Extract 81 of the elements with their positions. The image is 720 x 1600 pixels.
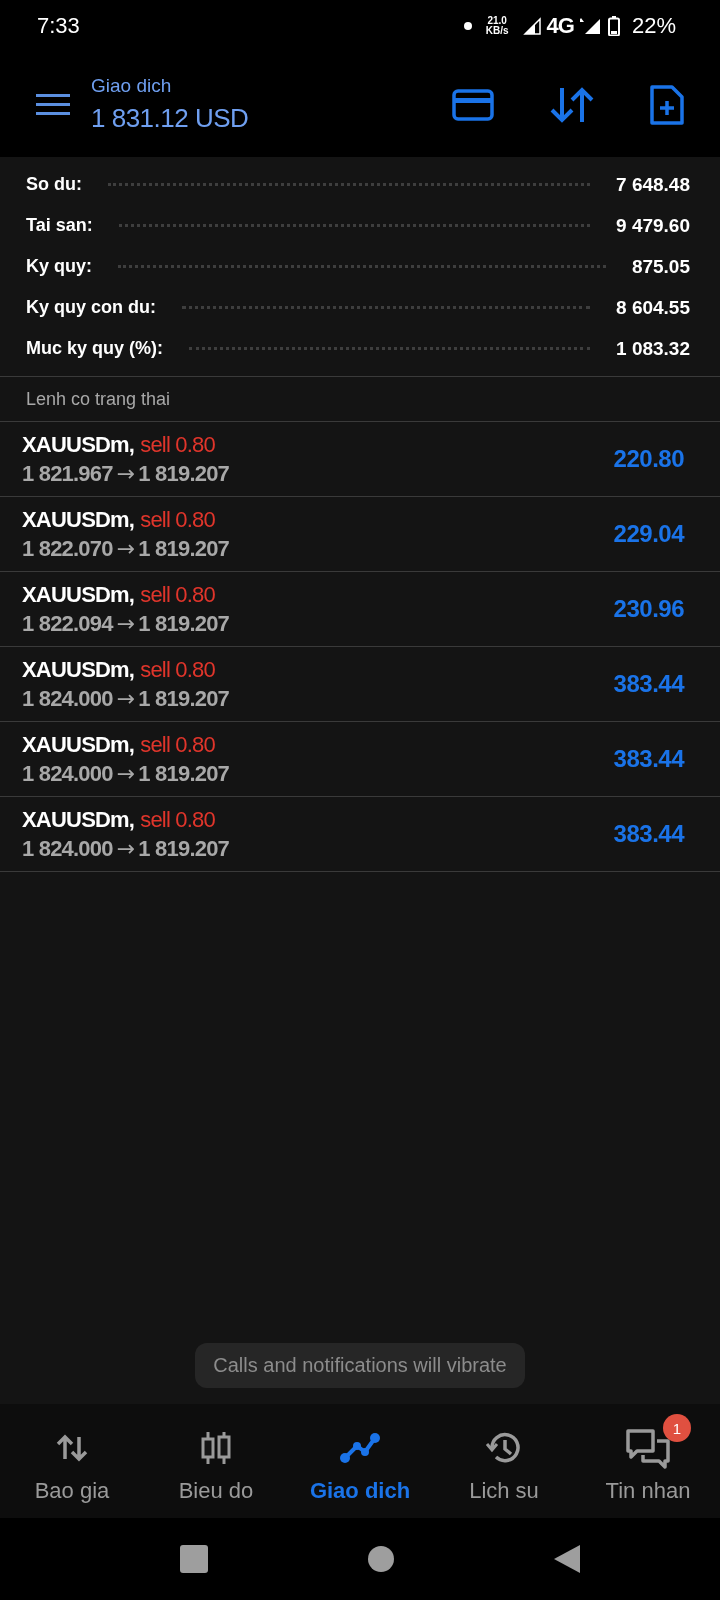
nav-tab[interactable]: Lich su [432, 1410, 576, 1512]
order-trade: sell 0.80 [140, 506, 215, 533]
card-icon[interactable] [452, 88, 494, 121]
toast-message: Calls and notifications will vibrate [195, 1343, 525, 1388]
summary-value: 8 604.55 [616, 296, 690, 319]
open-price: 1 821.967 [22, 460, 113, 487]
notification-badge: 1 [663, 1414, 691, 1442]
summary-value: 875.05 [631, 255, 690, 278]
order-symbol: XAUUSDm, [22, 731, 135, 758]
new-document-icon[interactable] [650, 84, 684, 125]
open-price: 1 824.000 [22, 835, 113, 862]
order-row[interactable]: XAUUSDm, sell 0.80 1 821.967 → 1 819.207 220.80 [0, 422, 720, 497]
order-trade: sell 0.80 [140, 806, 215, 833]
chat-bubbles-icon [625, 1427, 671, 1469]
order-profit: 383.44 [613, 820, 684, 848]
current-price: 1 819.207 [138, 685, 229, 712]
nav-tab[interactable]: Bao gia [0, 1410, 144, 1512]
section-title: Lenh co trang thai [26, 388, 171, 410]
order-symbol: XAUUSDm, [22, 806, 135, 833]
order-row[interactable]: XAUUSDm, sell 0.80 1 822.070 → 1 819.207 229.04 [0, 497, 720, 572]
current-price: 1 819.207 [138, 835, 229, 862]
open-price: 1 824.000 [22, 685, 113, 712]
open-price: 1 824.000 [22, 760, 113, 787]
arrow-glyph: → [116, 460, 135, 487]
order-row[interactable]: XAUUSDm, sell 0.80 1 822.094 → 1 819.207 230.96 [0, 572, 720, 647]
back-icon[interactable] [553, 1544, 581, 1574]
order-profit: 383.44 [613, 670, 684, 698]
order-symbol: XAUUSDm, [22, 581, 135, 608]
nav-tab[interactable]: Giao dich [288, 1410, 432, 1512]
network-speed: 21.0 KB/s [485, 16, 509, 36]
summary-label: Tai san: [26, 215, 93, 236]
recents-icon[interactable] [179, 1544, 209, 1574]
screen-title: Giao dich [91, 75, 173, 97]
arrow-glyph: → [116, 685, 135, 712]
notification-dot-icon [463, 22, 472, 30]
order-trade: sell 0.80 [140, 656, 215, 683]
current-price: 1 819.207 [138, 610, 229, 637]
order-trade: sell 0.80 [140, 581, 215, 608]
line-chart-icon [339, 1432, 381, 1464]
order-trade: sell 0.80 [140, 431, 215, 458]
open-price: 1 822.070 [22, 535, 113, 562]
network-type: 4G [546, 13, 574, 39]
summary-value: 9 479.60 [616, 214, 690, 237]
up-down-arrows-icon [55, 1433, 89, 1463]
arrow-glyph: → [116, 610, 135, 637]
arrow-glyph: → [116, 760, 135, 787]
nav-tab[interactable]: Bieu do [144, 1410, 288, 1512]
summary-label: Muc ky quy (%): [26, 338, 163, 359]
order-profit: 230.96 [613, 595, 684, 623]
open-price: 1 822.094 [22, 610, 113, 637]
battery-icon [607, 16, 620, 36]
order-profit: 220.80 [613, 445, 684, 473]
order-row[interactable]: XAUUSDm, sell 0.80 1 824.000 → 1 819.207 383.44 [0, 722, 720, 797]
current-price: 1 819.207 [138, 460, 229, 487]
order-row[interactable]: XAUUSDm, sell 0.80 1 824.000 → 1 819.207 383.44 [0, 647, 720, 722]
summary-value: 1 083.32 [616, 337, 690, 360]
summary-label: Ky quy: [26, 256, 92, 277]
order-symbol: XAUUSDm, [22, 656, 135, 683]
status-time: 7:33 [37, 13, 80, 39]
order-symbol: XAUUSDm, [22, 506, 135, 533]
home-icon[interactable] [367, 1545, 395, 1573]
current-price: 1 819.207 [138, 760, 229, 787]
order-symbol: XAUUSDm, [22, 431, 135, 458]
order-profit: 383.44 [613, 745, 684, 773]
balance-amount: 1 831.12 USD [91, 103, 249, 134]
signal-icon [579, 17, 602, 35]
candlestick-icon [200, 1430, 232, 1466]
nav-tab[interactable]: 1 Tin nhan [576, 1410, 720, 1512]
order-row[interactable]: XAUUSDm, sell 0.80 1 824.000 → 1 819.207 383.44 [0, 797, 720, 872]
sort-arrows-icon[interactable] [550, 85, 594, 124]
battery-level: 22% [631, 13, 676, 39]
arrow-glyph: → [116, 835, 135, 862]
summary-label: So du: [26, 174, 82, 195]
signal-icon [522, 17, 541, 35]
menu-icon[interactable] [36, 92, 70, 117]
summary-value: 7 648.48 [616, 173, 690, 196]
summary-label: Ky quy con du: [26, 297, 156, 318]
current-price: 1 819.207 [138, 535, 229, 562]
arrow-glyph: → [116, 535, 135, 562]
order-profit: 229.04 [613, 520, 684, 548]
order-trade: sell 0.80 [140, 731, 215, 758]
